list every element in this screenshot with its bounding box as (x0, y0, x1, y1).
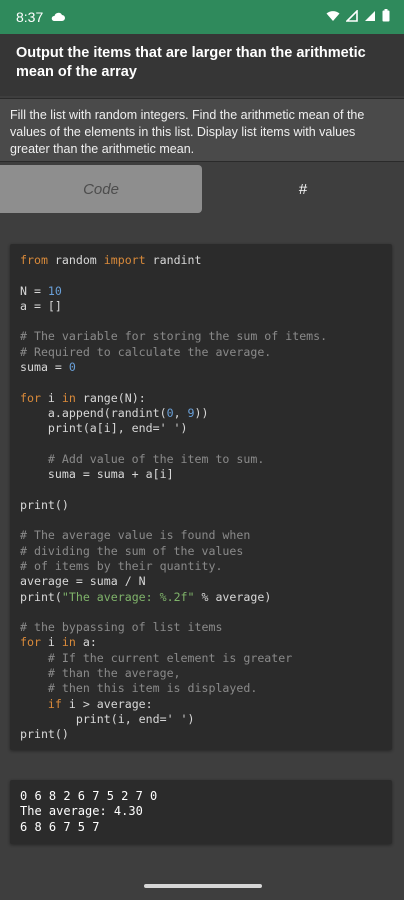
code-line: suma = suma + a[i] (20, 467, 174, 482)
code-line: print() (20, 497, 69, 512)
output-panel: 0 6 8 2 6 7 5 2 7 0 The average: 4.30 6 … (10, 780, 392, 844)
code-line: N = 10 (20, 283, 62, 298)
tab-hash[interactable]: # (202, 165, 404, 213)
code-line: # than the average, (47, 666, 181, 681)
code-line: # The average value is found when (20, 528, 251, 543)
code-line: # If the current element is greater (47, 650, 293, 665)
code-line: a = [] (20, 298, 62, 313)
code-line: average = suma / N (20, 574, 146, 589)
code-line: # Required to calculate the average. (20, 344, 272, 359)
signal-icon (345, 9, 358, 25)
home-indicator[interactable] (144, 884, 262, 888)
code-line: # dividing the sum of the values (20, 543, 244, 558)
page-title: Output the items that are larger than th… (16, 45, 366, 80)
tab-hash-label: # (298, 180, 308, 198)
tab-bar: Code # (0, 165, 404, 213)
code-panel: from random import randint N = 10 a = []… (10, 244, 392, 750)
task-description: Fill the list with random integers. Find… (0, 98, 404, 162)
code-line: if i > average: (47, 696, 153, 711)
output-line: The average: 4.30 (20, 804, 143, 819)
code-line: for i in a: (20, 635, 97, 650)
code-line: from random import randint (20, 253, 202, 267)
output-block: 0 6 8 2 6 7 5 2 7 0 The average: 4.30 6 … (10, 780, 392, 844)
code-block: from random import randint N = 10 a = []… (10, 244, 392, 752)
app-title-bar: Output the items that are larger than th… (0, 34, 404, 96)
code-line: suma = 0 (20, 360, 76, 375)
wifi-icon (326, 9, 340, 25)
clock: 8:37 (16, 9, 44, 25)
code-line: print("The average: %.2f" % average) (20, 589, 272, 604)
code-line: # then this item is displayed. (47, 681, 258, 696)
code-line: print(a[i], end=' ') (20, 421, 188, 436)
tab-code-label: Code (83, 180, 119, 198)
tab-code[interactable]: Code (0, 165, 202, 213)
code-line: print() (20, 727, 69, 742)
battery-icon (382, 9, 390, 25)
status-bar: 8:37 (0, 0, 404, 34)
output-line: 0 6 8 2 6 7 5 2 7 0 (20, 789, 158, 803)
code-line: # the bypassing of list items (20, 620, 223, 635)
cloud-icon (51, 9, 66, 25)
code-line: # of items by their quantity. (20, 558, 223, 573)
output-line: 6 8 6 7 5 7 (20, 819, 100, 834)
code-line: print(i, end=' ') (20, 711, 195, 726)
code-line: # The variable for storing the sum of it… (20, 329, 328, 344)
code-line: # Add value of the item to sum. (47, 451, 265, 466)
code-line: for i in range(N): (20, 390, 146, 405)
task-description-text: Fill the list with random integers. Find… (10, 108, 365, 156)
signal-icon-2 (364, 9, 376, 25)
code-line: a.append(randint(0, 9)) (20, 405, 209, 420)
